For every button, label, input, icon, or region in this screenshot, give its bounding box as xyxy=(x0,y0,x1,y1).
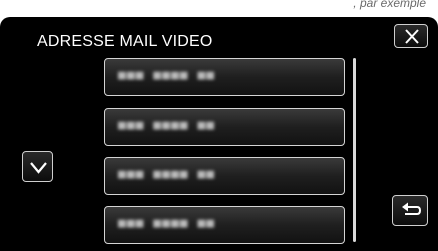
chevron-down-icon xyxy=(30,162,47,174)
camera-screen: ADRESSE MAIL VIDEO ■■■ ■■■■ ■■ ■■■ ■■■■ … xyxy=(0,17,438,251)
address-value: ■■■ ■■■■ ■■ xyxy=(118,68,216,83)
back-button[interactable] xyxy=(392,195,428,226)
close-icon xyxy=(405,29,419,44)
close-button[interactable] xyxy=(394,24,428,48)
address-item[interactable]: ■■■ ■■■■ ■■ xyxy=(104,58,345,96)
page-title: ADRESSE MAIL VIDEO xyxy=(37,33,213,50)
address-item[interactable]: ■■■ ■■■■ ■■ xyxy=(104,206,345,244)
address-value: ■■■ ■■■■ ■■ xyxy=(118,216,216,231)
scroll-down-button[interactable] xyxy=(22,151,53,182)
address-value: ■■■ ■■■■ ■■ xyxy=(118,167,216,182)
top-strip: , par exemple xyxy=(0,0,438,17)
cropped-caption-text: , par exemple xyxy=(353,0,426,10)
address-item[interactable]: ■■■ ■■■■ ■■ xyxy=(104,157,345,195)
scrollbar[interactable] xyxy=(353,58,356,242)
address-list: ■■■ ■■■■ ■■ ■■■ ■■■■ ■■ ■■■ ■■■■ ■■ ■■■ … xyxy=(104,58,345,251)
address-item[interactable]: ■■■ ■■■■ ■■ xyxy=(104,108,345,146)
return-arrow-icon xyxy=(402,202,422,215)
address-value: ■■■ ■■■■ ■■ xyxy=(118,118,216,133)
